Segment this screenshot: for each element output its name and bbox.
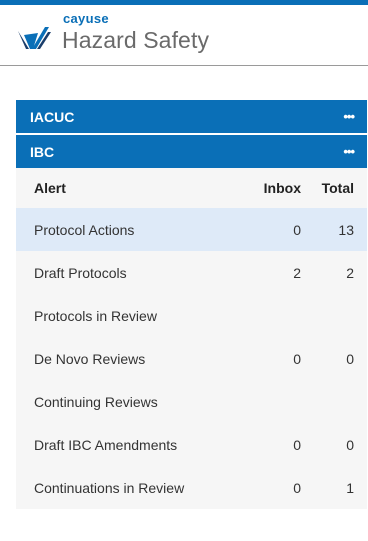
- iacuc-panel: IACUC •••: [16, 100, 367, 133]
- inbox-count: 2: [293, 264, 301, 281]
- alert-label: Draft IBC Amendments: [34, 436, 178, 453]
- alert-label: Protocol Actions: [34, 221, 135, 238]
- more-horizontal-icon[interactable]: •••: [343, 110, 355, 123]
- inbox-count: 0: [293, 221, 301, 238]
- panel-title: IBC: [30, 143, 55, 160]
- inbox-count: 0: [293, 436, 301, 453]
- table-header-row: Alert Inbox Total: [16, 168, 367, 208]
- total-count: 0: [346, 436, 354, 453]
- more-horizontal-icon[interactable]: •••: [343, 145, 355, 158]
- total-count: 1: [346, 479, 354, 496]
- app-header: cayuse Hazard Safety: [0, 5, 368, 66]
- panel-title: IACUC: [30, 108, 75, 125]
- table-row-continuations-in-review[interactable]: Continuations in Review 0 1: [16, 466, 367, 509]
- total-count: 13: [338, 221, 354, 238]
- alert-label: De Novo Reviews: [34, 350, 146, 367]
- company-name: cayuse: [63, 11, 109, 26]
- alert-label: Protocols in Review: [34, 307, 157, 324]
- total-count: 0: [346, 350, 354, 367]
- total-count: 2: [346, 264, 354, 281]
- cayuse-logo-icon: [18, 27, 51, 49]
- alert-label: Draft Protocols: [34, 264, 127, 281]
- alert-label: Continuations in Review: [34, 479, 185, 496]
- table-row-continuing-reviews[interactable]: Continuing Reviews: [16, 380, 367, 423]
- table-row-protocols-in-review[interactable]: Protocols in Review: [16, 294, 367, 337]
- inbox-count: 0: [293, 350, 301, 367]
- iacuc-panel-header[interactable]: IACUC •••: [16, 100, 367, 133]
- table-row-protocol-actions[interactable]: Protocol Actions 0 13: [16, 208, 367, 251]
- inbox-count: 0: [293, 479, 301, 496]
- column-header-alert[interactable]: Alert: [16, 180, 241, 196]
- table-row-de-novo-reviews[interactable]: De Novo Reviews 0 0: [16, 337, 367, 380]
- table-row-draft-ibc-amendments[interactable]: Draft IBC Amendments 0 0: [16, 423, 367, 466]
- product-name: Hazard Safety: [62, 27, 210, 53]
- ibc-panel: IBC ••• Alert Inbox Total Protocol Actio…: [16, 135, 367, 509]
- alert-label: Continuing Reviews: [34, 393, 158, 410]
- table-row-draft-protocols[interactable]: Draft Protocols 2 2: [16, 251, 367, 294]
- ibc-panel-header[interactable]: IBC •••: [16, 135, 367, 168]
- column-header-total[interactable]: Total: [301, 180, 367, 196]
- alerts-table: Alert Inbox Total Protocol Actions 0 13 …: [16, 168, 367, 509]
- column-header-inbox[interactable]: Inbox: [241, 180, 301, 196]
